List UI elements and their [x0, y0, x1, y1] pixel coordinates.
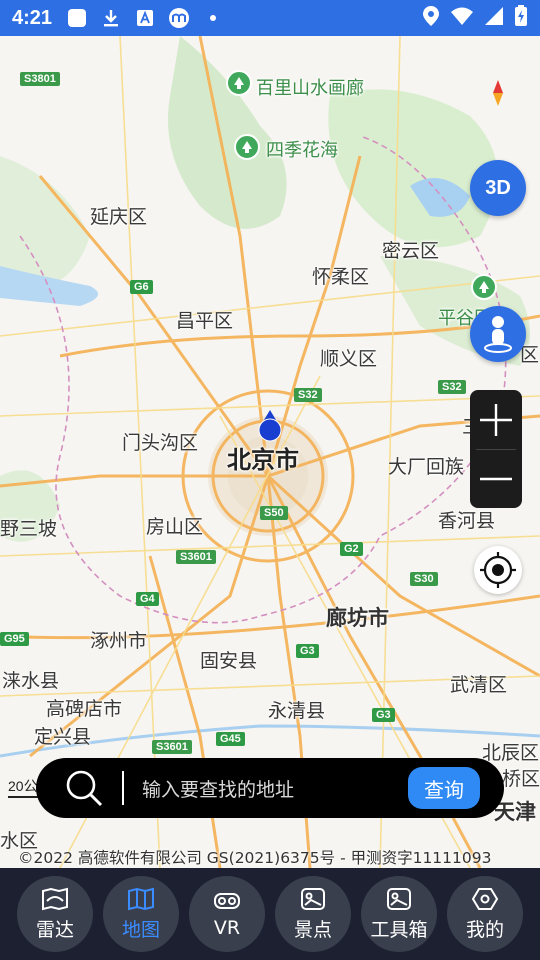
street-view-button[interactable]: [470, 306, 526, 362]
place-label: 永清县: [268, 700, 326, 722]
search-icon: [56, 760, 112, 816]
vr-icon: [214, 893, 240, 909]
road-shield: S3601: [176, 550, 216, 564]
nav-item-map[interactable]: 地图: [103, 876, 179, 952]
status-bar: 4:21: [0, 0, 540, 36]
map-icon: [128, 887, 154, 910]
wifi-icon: [450, 6, 474, 30]
location-icon: [422, 5, 440, 31]
current-location-marker: [258, 410, 282, 442]
place-label: 桥区: [502, 768, 540, 790]
road-shield: G2: [340, 542, 363, 556]
crosshair-icon: [480, 552, 516, 588]
place-label: 涿州市: [90, 630, 148, 652]
road-shield: S32: [438, 380, 466, 394]
road-shield: G4: [136, 592, 159, 606]
road-shield: S3601: [152, 740, 192, 754]
search-submit-button[interactable]: 查询: [408, 767, 480, 809]
place-label: 涞水县: [2, 670, 60, 692]
nav-label: 地图: [121, 918, 160, 941]
radar-icon: [42, 887, 68, 910]
text-cursor: [122, 771, 124, 805]
search-input[interactable]: 输入要查找的地址: [142, 775, 408, 802]
status-time: 4:21: [12, 6, 53, 29]
app-a-icon: [134, 7, 156, 29]
place-label: 北辰区: [482, 742, 540, 764]
nav-item-vr[interactable]: VR: [189, 876, 265, 952]
place-label: 怀柔区: [312, 266, 370, 288]
road-shield: G3: [296, 644, 319, 658]
zoom-control: [470, 390, 522, 508]
map-copyright: ©2022 高德软件有限公司 GS(2021)6375号 - 甲测资字11111…: [18, 849, 492, 867]
nav-item-profile[interactable]: 我的: [447, 876, 523, 952]
place-label: 百里山水画廊: [256, 78, 364, 99]
nav-label: 景点: [293, 918, 332, 941]
3d-toggle-button[interactable]: 3D: [470, 160, 526, 216]
map-view[interactable]: 百里山水画廊 四季花海 延庆区 密云区 怀柔区 昌平区 平谷区 顺义区 门头沟区…: [0, 36, 540, 868]
zoom-in-button[interactable]: [470, 390, 522, 449]
nav-label: 我的: [465, 918, 504, 941]
nav-label: VR: [213, 917, 241, 939]
road-shield: S50: [260, 506, 288, 520]
locate-me-button[interactable]: [474, 546, 522, 594]
minus-icon: [480, 477, 512, 480]
search-bar[interactable]: 输入要查找的地址 查询: [36, 758, 504, 818]
nav-item-scenic[interactable]: 景点: [275, 876, 351, 952]
zoom-out-button[interactable]: [470, 449, 522, 508]
place-label: 廊坊市: [326, 606, 389, 630]
nav-label: 工具箱: [370, 918, 428, 941]
scenic-poi-icon[interactable]: [226, 70, 252, 96]
place-label: 高碑店市: [46, 698, 123, 720]
profile-icon: [471, 887, 499, 910]
scenic-poi-icon[interactable]: [471, 274, 497, 300]
road-shield: G6: [130, 280, 153, 294]
place-label: 密云区: [382, 240, 440, 262]
road-shield: G45: [216, 732, 245, 746]
place-label: 定兴县: [34, 726, 92, 748]
nav-label: 雷达: [35, 918, 74, 941]
plus-icon: [480, 403, 512, 436]
zoom-divider: [476, 449, 516, 450]
place-label: 四季花海: [266, 140, 338, 161]
place-label: 北京市: [227, 446, 299, 474]
place-label: 武清区: [450, 674, 508, 696]
road-shield: S3801: [20, 72, 60, 86]
road-shield: G3: [372, 708, 395, 722]
signal-icon: [484, 6, 504, 30]
battery-icon: [514, 5, 528, 31]
place-label: 门头沟区: [122, 432, 199, 454]
place-label: 顺义区: [320, 348, 378, 370]
toolbox-icon: [387, 887, 411, 910]
place-label: 延庆区: [90, 206, 148, 228]
scenic-poi-icon[interactable]: [234, 134, 260, 160]
bottom-nav: 雷达 地图 VR 景点 工具箱 我的: [0, 868, 540, 960]
nav-item-radar[interactable]: 雷达: [17, 876, 93, 952]
notification-square-icon: [66, 7, 88, 29]
person-icon: [484, 316, 512, 353]
place-label: 房山区: [146, 516, 204, 538]
nav-item-toolbox[interactable]: 工具箱: [361, 876, 437, 952]
dot-icon: [202, 7, 224, 29]
road-shield: G95: [0, 632, 29, 646]
app-m-icon: [168, 7, 190, 29]
road-shield: S32: [294, 388, 322, 402]
compass-icon[interactable]: [488, 78, 508, 108]
download-icon: [100, 7, 122, 29]
place-label: 大厂回族: [388, 456, 465, 478]
place-label: 野三坡: [0, 518, 58, 540]
place-label: 固安县: [200, 650, 258, 672]
place-label: 昌平区: [176, 310, 234, 332]
scenic-icon: [301, 887, 325, 910]
road-shield: S30: [410, 572, 438, 586]
place-label: 香河县: [438, 510, 496, 532]
